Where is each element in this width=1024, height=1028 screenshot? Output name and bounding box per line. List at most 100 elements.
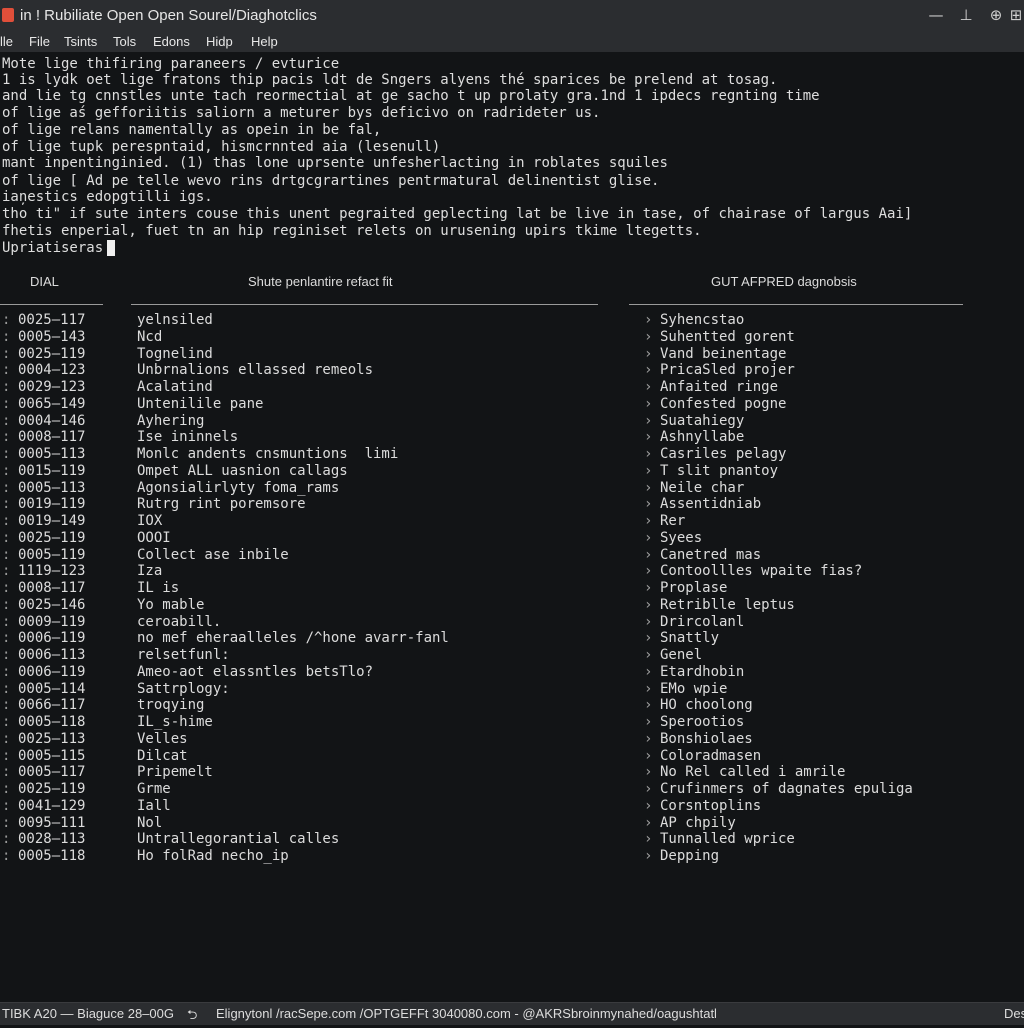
table-row[interactable]: :0025–119 OOOI › Syees [0,530,1024,546]
menu-item-file[interactable]: File [29,34,50,49]
terminal-line: of lige tupk perespntaid, hismcrnnted ai… [2,139,441,155]
row-code: 0066–117 [18,697,86,713]
row-marker-icon: : [2,781,11,797]
table-row[interactable]: :0006–119 Ameo-aot elassntles betsTlo? › Et… [0,664,1024,680]
row-diagnosis: Assentidniab [660,496,762,512]
terminal-prompt-line[interactable]: Upriatiseras [2,240,116,256]
row-description: Agonsialirlyty foma_rams [137,480,340,496]
text-cursor [107,240,116,256]
row-arrow-icon: › [644,463,653,479]
table-row[interactable]: :0006–113 relsetfunl: › Genel [0,647,1024,663]
row-arrow-icon: › [644,614,653,630]
table-row[interactable]: :0005–113 Monlc andents cnsmuntions limi ›… [0,446,1024,462]
row-diagnosis: Coloradmasen [660,748,762,764]
table-row[interactable]: :0008–117 IL is › Proplase [0,580,1024,596]
row-marker-icon: : [2,798,11,814]
table-row[interactable]: :0005–118 Ho folRad necho_ip › Depping [0,848,1024,864]
column-rule-dial [0,304,103,305]
menu-item-tols[interactable]: Tols [113,34,136,49]
row-arrow-icon: › [644,815,653,831]
table-row[interactable]: :0095–111 Nol › AP chpily [0,815,1024,831]
status-path: Elignytonl /racSepe.com /OPTGEFFt 304008… [216,1006,717,1021]
menu-item-lle[interactable]: lle [0,34,13,49]
maximize-button[interactable]: ⊞ [1008,4,1024,26]
row-arrow-icon: › [644,446,653,462]
table-row[interactable]: :0019–119 Rutrg rint poremsore › Assentidni… [0,496,1024,512]
row-description: IL_s-hime [137,714,213,730]
table-row[interactable]: :0028–113 Untrallegorantial calles › Tunnal… [0,831,1024,847]
table-row[interactable]: :0025–113 Velles › Bonshiolaes [0,731,1024,747]
table-row[interactable]: :0066–117 troqying › HO choolong [0,697,1024,713]
table-row[interactable]: :0009–119 ceroabill. › Drircolanl [0,614,1024,630]
settings-button[interactable]: ⊕ [984,4,1008,26]
table-row[interactable]: :0008–117 Ise ininnels › Ashnyllabe [0,429,1024,445]
menu-item-tsints[interactable]: Tsints [64,34,97,49]
table-row[interactable]: :0015–119 Ompet ALL uasnion callags › T sli… [0,463,1024,479]
row-arrow-icon: › [644,346,653,362]
pin-button[interactable]: ⊥ [954,4,978,26]
table-row[interactable]: :0025–119 Grme › Crufinmers of dagnates epu… [0,781,1024,797]
row-diagnosis: Canetred mas [660,547,762,563]
row-marker-icon: : [2,697,11,713]
row-code: 0009–119 [18,614,86,630]
row-description: Monlc andents cnsmuntions limi [137,446,399,462]
row-marker-icon: : [2,563,11,579]
table-row[interactable]: :0005–118 IL_s-hime › Sperootios [0,714,1024,730]
table-row[interactable]: :0005–117 Pripemelt › No Rel called i amril… [0,764,1024,780]
row-arrow-icon: › [644,513,653,529]
row-description: Ameo-aot elassntles betsTlo? [137,664,374,680]
row-marker-icon: : [2,329,11,345]
menu-item-hidp[interactable]: Hidp [206,34,233,49]
title-bar: in ! Rubiliate Open Open Sourel/Diaghotc… [0,0,1024,33]
table-row[interactable]: :0025–146 Yo mable › Retriblle leptus [0,597,1024,613]
table-row[interactable]: :0065–149 Untenilile pane › Confested pogne [0,396,1024,412]
table-row[interactable]: :0025–119 Tognelind › Vand beinentage [0,346,1024,362]
row-arrow-icon: › [644,647,653,663]
terminal-line: fhetis enperial, fuet tn an hip reginise… [2,223,702,239]
row-description: Ho folRad necho_ip [137,848,289,864]
terminal-line: of lige [ Ad pe telle wevo rins drtgcgra… [2,173,660,189]
row-code: 0095–111 [18,815,86,831]
row-description: OOOI [137,530,171,546]
table-row[interactable]: :0041–129 Iall › Corsntoplins [0,798,1024,814]
status-sync-icon[interactable]: ⮌ [187,1006,197,1028]
row-arrow-icon: › [644,547,653,563]
table-row[interactable]: :0006–119 no mef eheraalleles /^hone avar… [0,630,1024,646]
table-row[interactable]: :0019–149 IOX › Rer [0,513,1024,529]
table-row[interactable]: :0005–119 Collect ase inbile › Canetred mas [0,547,1024,563]
row-code: 0008–117 [18,580,86,596]
table-row[interactable]: :0005–143 Ncd › Suhentted gorent [0,329,1024,345]
row-description: no mef eheraalleles /^hone avarr-fanl [137,630,449,646]
row-diagnosis: Depping [660,848,720,864]
table-row[interactable]: :0004–123 Unbrnalions ellassed remeols › Pr… [0,362,1024,378]
row-marker-icon: : [2,597,11,613]
table-row[interactable]: :0005–114 Sattrplogy: › EMo wpie [0,681,1024,697]
row-description: Collect ase inbile [137,547,289,563]
menu-item-help[interactable]: Help [251,34,278,49]
terminal-output[interactable]: Mote lige thifiring paraneers / evturice… [0,54,1024,1002]
table-row[interactable]: :0005–115 Dilcat › Coloradmasen [0,748,1024,764]
row-description: IL is [137,580,180,596]
row-code: 0006–119 [18,630,86,646]
row-diagnosis: Rer [660,513,686,529]
table-row[interactable]: :0005–113 Agonsialirlyty foma_rams › Neile … [0,480,1024,496]
row-description: IOX [137,513,163,529]
minimize-button[interactable]: — [924,4,948,26]
row-marker-icon: : [2,379,11,395]
row-marker-icon: : [2,848,11,864]
column-header-diagnosis: GUT AFPRED dagnobsis [711,274,857,289]
terminal-line: of lige aś gefforiitis saliorn a meturer… [2,105,601,121]
row-marker-icon: : [2,831,11,847]
row-marker-icon: : [2,748,11,764]
row-description: Grme [137,781,171,797]
row-diagnosis: Suhentted gorent [660,329,795,345]
table-row[interactable]: :0004–146 Ayhering › Suatahiegy [0,413,1024,429]
table-row[interactable]: :1119–123 Iza › Contoollles wpaite fias? [0,563,1024,579]
row-code: 0025–146 [18,597,86,613]
menu-item-edons[interactable]: Edons [153,34,190,49]
row-marker-icon: : [2,362,11,378]
table-row[interactable]: :0029–123 Acalatind › Anfaited ringe [0,379,1024,395]
row-diagnosis: Etardhobin [660,664,745,680]
row-diagnosis: Syhencstao [660,312,745,328]
table-row[interactable]: :0025–117 yelnsiled › Syhencstao [0,312,1024,328]
